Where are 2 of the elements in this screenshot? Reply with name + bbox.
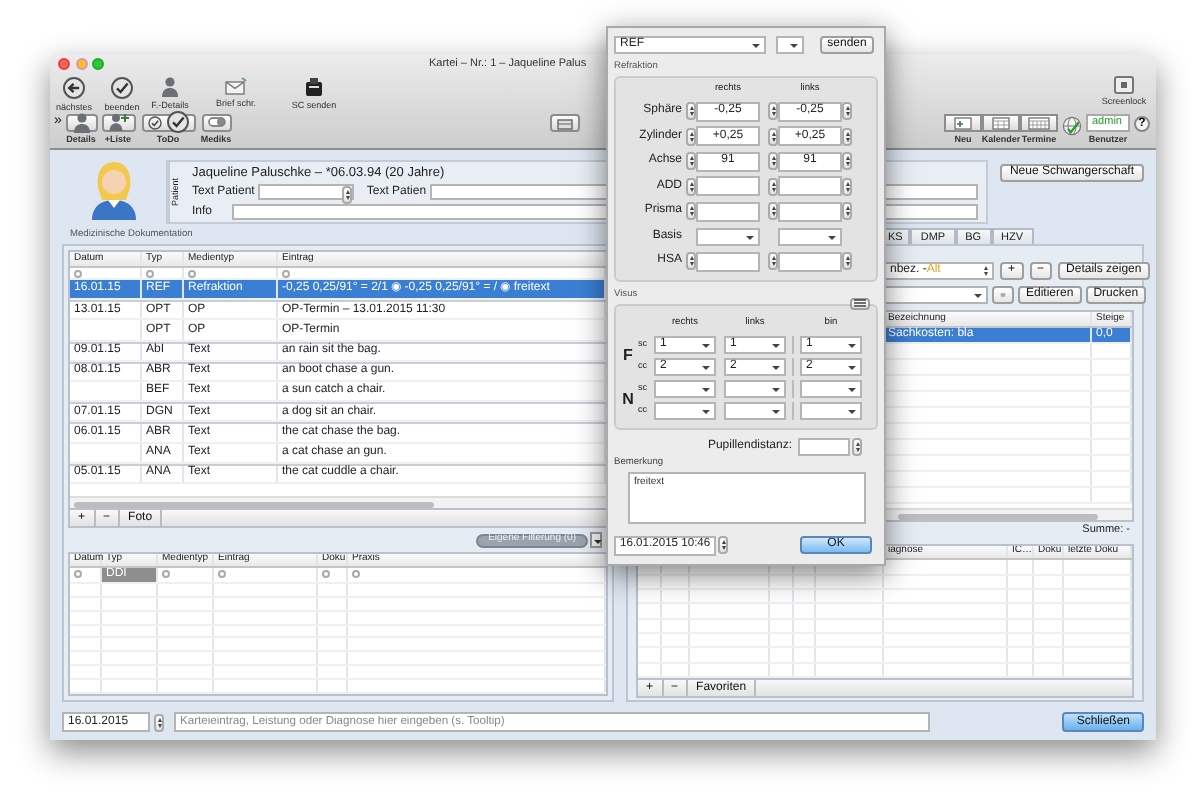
field-label: F — [621, 346, 635, 364]
field-label: N — [620, 390, 636, 408]
